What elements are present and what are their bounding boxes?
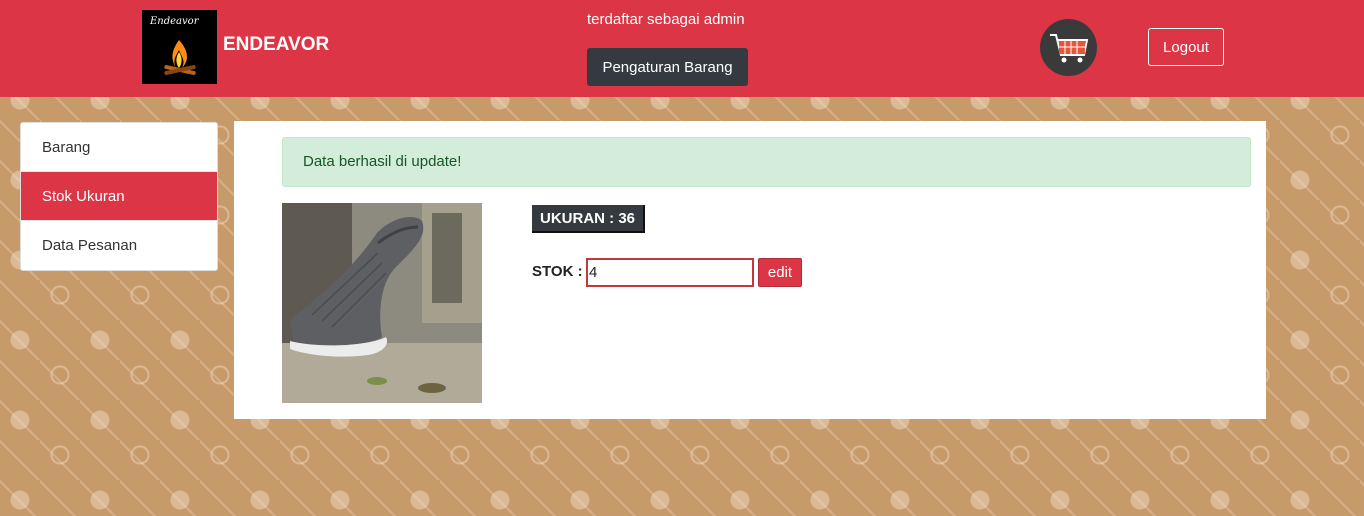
login-status-text: terdaftar sebagai admin: [587, 11, 745, 28]
edit-button[interactable]: edit: [758, 258, 802, 287]
shopping-cart-icon: [1050, 34, 1089, 63]
brand-name: ENDEAVOR: [223, 34, 330, 55]
sidebar-menu: Barang Stok Ukuran Data Pesanan: [20, 122, 218, 271]
brand-logo[interactable]: Endeavor: [142, 10, 217, 84]
sidebar-item-barang[interactable]: Barang: [21, 123, 217, 172]
cart-button[interactable]: [1040, 19, 1097, 76]
top-navbar: Endeavor ENDEAVOR terdaftar sebagai admi…: [0, 0, 1364, 97]
product-image: [282, 203, 482, 403]
sidebar-item-stok-ukuran[interactable]: Stok Ukuran: [21, 172, 217, 221]
stock-input[interactable]: [586, 258, 754, 287]
sidebar-item-data-pesanan[interactable]: Data Pesanan: [21, 221, 217, 270]
success-alert: Data berhasil di update!: [282, 137, 1251, 187]
size-badge: UKURAN : 36: [532, 205, 646, 233]
stock-label: STOK :: [532, 263, 583, 280]
campfire-icon: [164, 40, 196, 75]
settings-button[interactable]: Pengaturan Barang: [587, 48, 748, 86]
logout-button[interactable]: Logout: [1148, 28, 1224, 66]
main-panel: Data berhasil di update! UKURAN : 36 STO…: [234, 121, 1266, 419]
